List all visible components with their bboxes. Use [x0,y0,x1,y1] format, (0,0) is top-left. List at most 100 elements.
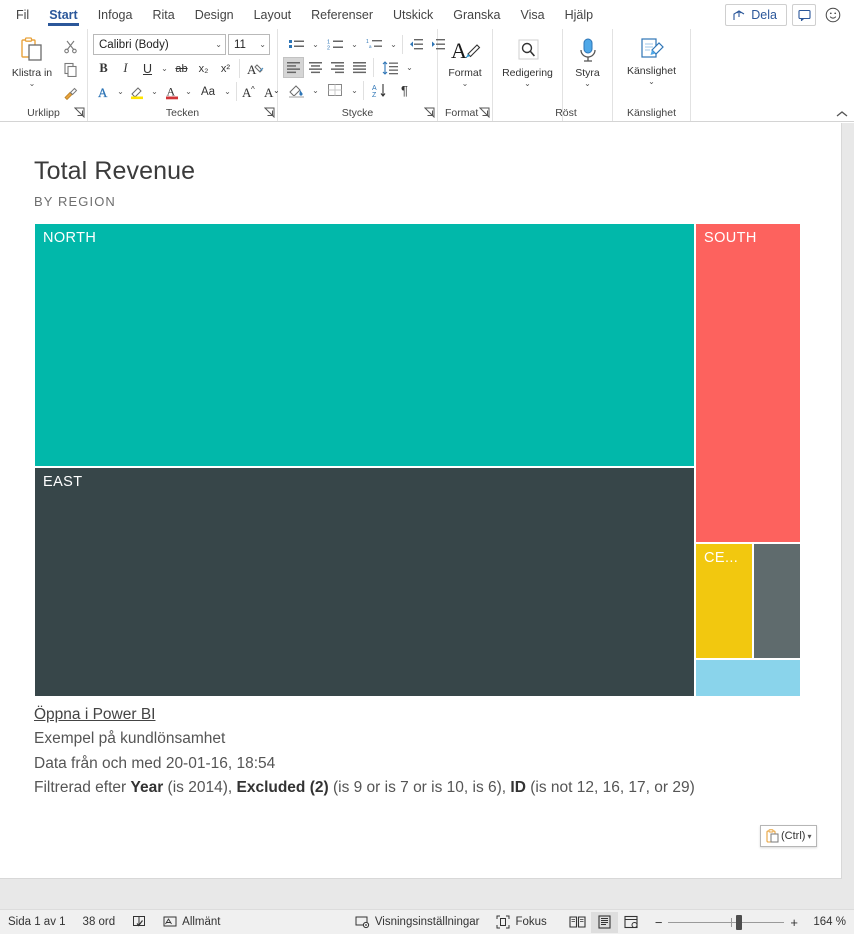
font-dialog-launcher[interactable] [264,107,275,118]
styles-button[interactable]: A Format ⌄ [443,34,487,88]
editor-button[interactable]: Redigering ⌄ [498,34,557,88]
tab-design[interactable]: Design [185,5,244,29]
document-area[interactable]: Total Revenue BY REGION NORTH EAST SOUTH CE… [0,123,854,909]
collapse-ribbon-button[interactable] [836,110,848,118]
zoom-control[interactable]: − + 164 % [655,910,846,935]
tab-utskick[interactable]: Utskick [383,5,443,29]
dictate-button[interactable]: Styra ⌄ [568,34,607,88]
numbering-button[interactable]: 12 [322,34,348,55]
underline-dropdown[interactable]: ⌄ [159,58,170,79]
clear-formatting-button[interactable]: A [243,58,269,79]
feedback-smiley-icon[interactable] [821,4,845,26]
tab-fil[interactable]: Fil [6,5,39,29]
justify-button[interactable] [349,57,370,78]
chevron-down-icon[interactable]: ⌄ [29,80,36,88]
subscript-button[interactable]: x₂ [193,58,214,79]
show-formatting-marks-button[interactable]: ¶ [394,80,415,101]
chevron-down-icon[interactable]: ⌄ [648,78,655,86]
shading-button[interactable] [283,80,309,101]
highlight-button[interactable] [127,81,148,102]
treemap-tile-north[interactable]: NORTH [34,223,695,467]
tab-hjalp[interactable]: Hjälp [555,5,604,29]
align-right-button[interactable] [327,57,348,78]
grow-font-button[interactable]: A ^ [240,81,261,102]
strikethrough-button[interactable]: ab [171,58,192,79]
line-spacing-button[interactable] [377,57,403,78]
treemap-tile-region-5[interactable] [753,543,801,659]
underline-button[interactable]: U [137,58,158,79]
highlight-dropdown[interactable]: ⌄ [149,81,160,102]
copy-button[interactable] [59,59,81,80]
tab-start[interactable]: Start [39,5,87,29]
paste-options-button[interactable]: (Ctrl) ▾ [760,825,818,847]
treemap-tile-central[interactable]: CE... [695,543,753,659]
paste-button[interactable]: Klistra in ⌄ [5,34,59,88]
language-indicator[interactable]: Allmänt [163,915,221,929]
sort-button[interactable]: AZ [367,80,393,101]
borders-button[interactable] [322,80,348,101]
align-center-button[interactable] [305,57,326,78]
zoom-level-label[interactable]: 164 % [804,916,846,928]
numbering-dropdown[interactable]: ⌄ [349,34,360,55]
treemap-chart[interactable]: NORTH EAST SOUTH CE... [34,223,801,697]
line-spacing-dropdown[interactable]: ⌄ [404,57,415,78]
align-left-button[interactable] [283,57,304,78]
view-read-mode-button[interactable] [564,912,591,933]
word-count[interactable]: 38 ord [83,916,116,928]
tab-rita[interactable]: Rita [142,5,184,29]
chevron-down-icon[interactable]: ⌄ [462,80,469,88]
zoom-slider-thumb[interactable] [736,914,743,930]
zoom-in-button[interactable]: + [790,915,798,930]
paragraph-align-row: ⌄ [283,57,415,78]
tab-granska[interactable]: Granska [443,5,510,29]
font-size-combobox[interactable]: 11 ⌄ [228,34,270,55]
multilevel-list-dropdown[interactable]: ⌄ [388,34,399,55]
font-color-button[interactable]: A [161,81,182,102]
cut-button[interactable] [59,36,81,57]
proofing-status[interactable] [132,915,146,929]
treemap-tile-south[interactable]: SOUTH [695,223,801,543]
text-effects-dropdown[interactable]: ⌄ [115,81,126,102]
bold-button[interactable]: B [93,58,114,79]
font-name-combobox[interactable]: Calibri (Body) ⌄ [93,34,226,55]
treemap-tile-east[interactable]: EAST [34,467,695,697]
clipboard-dialog-launcher[interactable] [74,107,85,118]
multilevel-list-button[interactable]: 1a [361,34,387,55]
change-case-dropdown[interactable]: ⌄ [222,81,233,102]
shading-dropdown[interactable]: ⌄ [310,80,321,101]
view-web-layout-button[interactable] [618,912,645,933]
tab-referenser[interactable]: Referenser [301,5,383,29]
tab-visa[interactable]: Visa [511,5,555,29]
open-in-power-bi-link[interactable]: Öppna i Power BI [34,703,155,727]
sensitivity-button[interactable]: Känslighet ⌄ [618,34,685,86]
share-button[interactable]: Dela [725,4,787,26]
chevron-down-icon[interactable]: ⌄ [524,80,531,88]
tab-infoga[interactable]: Infoga [88,5,143,29]
chevron-down-icon[interactable]: ⌄ [584,80,591,88]
chevron-down-icon[interactable]: ⌄ [215,40,222,49]
bullets-dropdown[interactable]: ⌄ [310,34,321,55]
italic-button[interactable]: I [115,58,136,79]
format-painter-button[interactable] [59,82,81,103]
styles-dialog-launcher[interactable] [479,107,490,118]
document-page[interactable]: Total Revenue BY REGION NORTH EAST SOUTH CE… [0,123,841,878]
page-indicator[interactable]: Sida 1 av 1 [8,916,66,928]
comments-button[interactable] [792,4,816,26]
zoom-slider[interactable] [668,910,785,935]
bullets-button[interactable] [283,34,309,55]
treemap-tile-region-6[interactable] [695,659,801,697]
display-settings-button[interactable]: Visningsinställningar [355,915,479,929]
focus-button[interactable]: Fokus [496,915,547,929]
tab-layout[interactable]: Layout [244,5,302,29]
text-effects-button[interactable]: A [93,81,114,102]
chevron-down-icon[interactable]: ▾ [807,832,811,841]
view-print-layout-button[interactable] [590,911,618,933]
decrease-indent-button[interactable] [406,34,427,55]
borders-dropdown[interactable]: ⌄ [349,80,360,101]
font-color-dropdown[interactable]: ⌄ [183,81,194,102]
zoom-out-button[interactable]: − [655,915,663,930]
paragraph-dialog-launcher[interactable] [424,107,435,118]
chevron-down-icon[interactable]: ⌄ [259,40,266,49]
superscript-button[interactable]: x² [215,58,236,79]
change-case-button[interactable]: Aa [195,81,221,102]
